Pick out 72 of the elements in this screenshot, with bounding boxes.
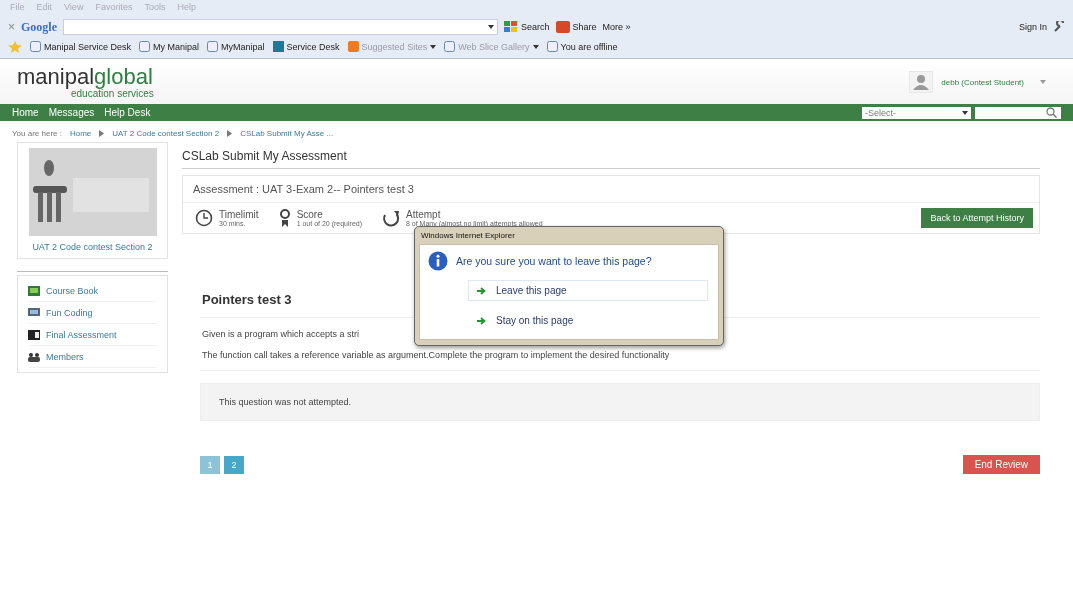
chevron-icon: [99, 130, 105, 137]
question-text: Given is a program which accepts a stri: [202, 329, 361, 339]
select-dropdown[interactable]: -Select-: [862, 106, 971, 119]
nav-link[interactable]: Messages: [48, 107, 95, 118]
arrow-icon: [477, 286, 486, 295]
refresh-icon: [382, 209, 400, 227]
sidebar-link[interactable]: Final Assessment: [46, 329, 117, 340]
document-icon: [28, 329, 40, 340]
share-icon: [555, 21, 570, 33]
caret-icon: [430, 44, 437, 49]
search-button[interactable]: Search: [504, 21, 550, 33]
sidebar-link[interactable]: Fun Coding: [46, 307, 93, 318]
arrow-icon: [477, 316, 486, 325]
stat-label: Score: [296, 209, 324, 220]
caret-icon[interactable]: [488, 25, 494, 29]
avatar-icon: [909, 71, 934, 93]
dialog-option[interactable]: Leave this page: [468, 280, 708, 301]
wrench-icon[interactable]: [1053, 21, 1065, 33]
dialog-title: Windows Internet Explorer: [420, 230, 516, 242]
caret-icon: [532, 44, 539, 49]
sign-in-link[interactable]: Sign In: [1018, 22, 1047, 32]
back-button[interactable]: Back to Attempt History: [921, 208, 1033, 228]
search-field[interactable]: [63, 19, 498, 35]
chevron-icon: [227, 130, 233, 137]
sidebar-link[interactable]: Course Book: [46, 285, 99, 296]
favorite-link[interactable]: Service Desk: [272, 41, 340, 52]
page-icon: [139, 41, 151, 52]
favorite-link[interactable]: My Manipal: [139, 41, 200, 52]
sidebar-link[interactable]: Members: [46, 351, 84, 362]
nav-link[interactable]: Help Desk: [104, 107, 151, 118]
dialog-question: Are you sure you want to leave this page?: [456, 255, 652, 267]
toolbar-brand: Google: [21, 19, 57, 35]
logo-tagline: education services: [71, 87, 154, 99]
close-toolbar-button[interactable]: ×: [8, 20, 15, 34]
assessment-title: Assessment : UAT 3-Exam 2-- Pointers test 3: [183, 176, 1039, 203]
favorite-link[interactable]: MyManipal: [207, 41, 265, 52]
breadcrumb-link[interactable]: CSLab Submit My Asse ...: [240, 129, 334, 138]
breadcrumb-link[interactable]: UAT 2 Code contest Section 2: [112, 129, 220, 138]
people-icon: [28, 351, 40, 362]
page-icon: [30, 41, 41, 52]
breadcrumb-label: You are here :: [12, 129, 62, 138]
share-button[interactable]: Share: [555, 21, 597, 33]
favorite-link[interactable]: You are offline: [546, 41, 618, 52]
caret-icon[interactable]: [962, 110, 968, 115]
user-menu[interactable]: debb (Contest Student): [941, 77, 1024, 87]
search-icon[interactable]: [1046, 107, 1057, 118]
page-title: CSLab Submit My Assessment: [182, 149, 1040, 169]
page-button[interactable]: 2: [224, 455, 244, 474]
notice-box: This question was not attempted.: [200, 383, 1040, 421]
page-icon: [444, 41, 456, 52]
book-icon: [28, 285, 40, 296]
breadcrumb-link[interactable]: Home: [69, 129, 92, 138]
more-button[interactable]: More »: [602, 22, 631, 32]
question-text: The function call takes a reference variable as argument.Complete the program to implement the desired functionality: [202, 350, 671, 360]
page-icon: [546, 41, 558, 52]
stat-label: Timelimit: [219, 209, 259, 220]
favorite-link[interactable]: Manipal Service Desk: [30, 41, 132, 52]
grid-icon: [504, 21, 518, 33]
tile-icon: [272, 41, 284, 52]
square-icon: [347, 41, 359, 52]
clock-icon: [195, 209, 213, 227]
search-field[interactable]: [975, 106, 1061, 119]
award-icon: [278, 209, 291, 227]
logo-wordmark: manipalglobal: [17, 65, 153, 88]
end-review-button[interactable]: End Review: [962, 455, 1040, 474]
info-icon: [428, 251, 448, 271]
stat-label: Attempt: [406, 209, 441, 220]
nav-link[interactable]: Home: [12, 107, 39, 118]
star-icon[interactable]: [8, 40, 22, 53]
monitor-icon: [28, 307, 40, 318]
section-caption: UAT 2 Code contest Section 2: [31, 242, 154, 252]
page-icon: [207, 41, 219, 52]
